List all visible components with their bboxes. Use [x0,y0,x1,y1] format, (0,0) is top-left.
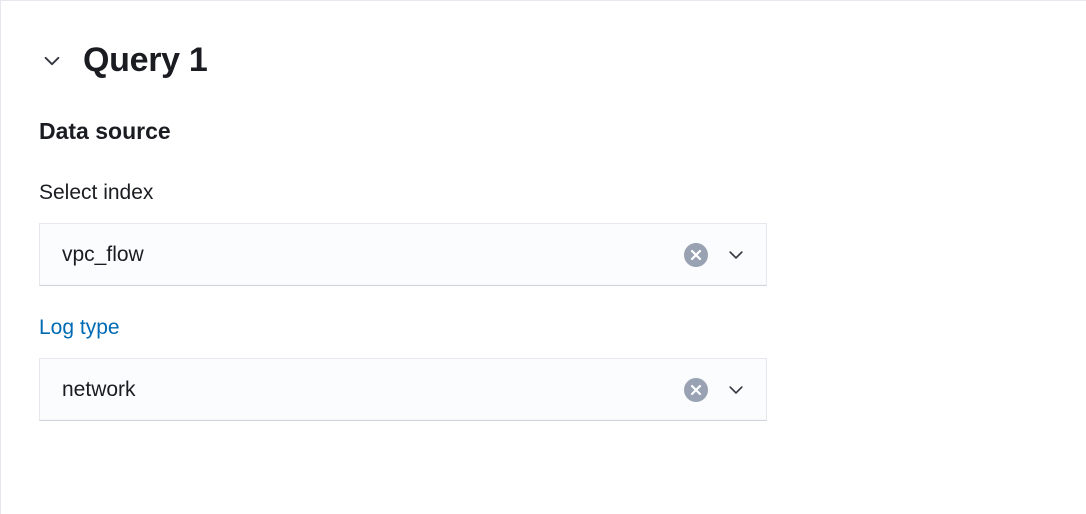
index-dropdown-caret[interactable] [724,243,748,267]
log-type-label[interactable]: Log type [39,316,1048,340]
section-title: Data source [39,118,1048,145]
log-type-field: Log type network [39,316,1048,421]
close-icon [690,249,702,261]
query-header: Query 1 [39,41,1048,80]
clear-log-type-button[interactable] [684,378,708,402]
select-index-field: Select index vpc_flow [39,181,1048,286]
chevron-down-icon [726,245,746,265]
close-icon [690,384,702,396]
select-index-dropdown[interactable]: vpc_flow [39,223,767,286]
log-type-dropdown[interactable]: network [39,358,767,421]
query-title: Query 1 [83,41,208,80]
log-type-dropdown-caret[interactable] [724,378,748,402]
chevron-down-icon [41,50,63,72]
log-type-value: network [62,378,684,402]
clear-index-button[interactable] [684,243,708,267]
collapse-toggle[interactable] [39,48,65,74]
query-panel: Query 1 Data source Select index vpc_flo… [0,0,1086,514]
select-index-label: Select index [39,181,1048,205]
chevron-down-icon [726,380,746,400]
select-index-value: vpc_flow [62,243,684,267]
